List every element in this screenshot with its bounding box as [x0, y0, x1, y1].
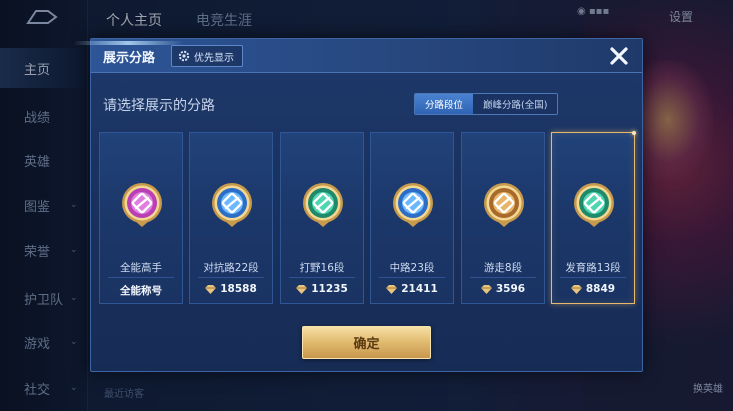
rank-star-icon — [296, 284, 308, 294]
lane-card[interactable]: 全能高手 全能称号 — [99, 132, 183, 304]
lane-card-list: 全能高手全能称号 对抗路22段 18588 打野16段 11235 中路23段 214… — [99, 131, 639, 304]
close-button[interactable] — [606, 43, 632, 69]
tab-lane-rank[interactable]: 分路段位 — [415, 94, 474, 114]
lane-card-score: 全能称号 — [100, 283, 182, 298]
dialog-title: 展示分路 — [103, 51, 156, 66]
header-glow — [73, 41, 183, 45]
lane-card[interactable]: 中路23段 21411 — [370, 132, 454, 304]
lane-card-name: 发育路13段 — [565, 262, 621, 274]
lane-card-score: 8849 — [552, 283, 634, 295]
rank-star-icon — [570, 284, 582, 294]
rank-star-icon — [205, 284, 217, 294]
roam-badge-icon — [479, 179, 529, 229]
all-round-badge-icon — [117, 179, 167, 229]
lane-card[interactable]: 对抗路22段 18588 — [189, 132, 273, 304]
close-icon — [610, 47, 628, 65]
clash-lane-badge-icon — [207, 179, 257, 229]
card-divider — [108, 277, 174, 278]
gear-icon — [178, 50, 190, 62]
card-divider — [560, 277, 626, 278]
jungle-badge-icon — [298, 179, 348, 229]
lane-card-score-value: 全能称号 — [120, 285, 162, 297]
lane-card-name: 全能高手 — [120, 262, 162, 274]
lane-card-name: 对抗路22段 — [203, 262, 259, 274]
lane-card-name: 游走8段 — [483, 262, 523, 274]
lane-card-score-value: 11235 — [311, 283, 348, 295]
lane-card-score-value: 18588 — [220, 283, 257, 295]
lane-card-score-value: 8849 — [585, 283, 616, 295]
priority-display-button[interactable]: 优先显示 — [171, 45, 243, 67]
mode-toggle: 分路段位 巅峰分路(全国) — [414, 93, 559, 115]
lane-card-score: 3596 — [462, 283, 544, 295]
card-divider — [289, 277, 355, 278]
rank-star-icon — [386, 284, 398, 294]
tab-peak-lane-national[interactable]: 巅峰分路(全国) — [473, 94, 558, 114]
lane-card-name: 打野16段 — [299, 262, 345, 274]
mid-lane-badge-icon — [388, 179, 438, 229]
card-divider — [379, 277, 445, 278]
selected-corner-marker — [632, 131, 636, 135]
lane-card-score-value: 3596 — [495, 283, 526, 295]
lane-display-dialog: 展示分路 优先显示 请选择展示的分路 分路段位 巅峰分路(全国) 全能高手全能称… — [73, 38, 643, 372]
lane-card[interactable]: 打野16段 11235 — [280, 132, 364, 304]
lane-card-score: 11235 — [281, 283, 363, 295]
farm-lane-badge-icon — [569, 179, 619, 229]
lane-card[interactable]: 发育路13段 8849 — [551, 131, 636, 304]
lane-card-name: 中路23段 — [389, 262, 435, 274]
lane-card[interactable]: 游走8段 3596 — [461, 132, 545, 304]
confirm-button[interactable]: 确定 — [302, 326, 431, 359]
card-divider — [198, 277, 264, 278]
rank-star-icon — [480, 284, 492, 294]
lane-card-score: 21411 — [371, 283, 453, 295]
card-divider — [470, 277, 536, 278]
lane-card-score-value: 21411 — [401, 283, 438, 295]
dialog-header: 展示分路 优先显示 — [73, 39, 642, 73]
dialog-subtitle: 请选择展示的分路 — [103, 98, 215, 114]
priority-display-label: 优先显示 — [194, 52, 234, 64]
lane-card-score: 18588 — [190, 283, 272, 295]
